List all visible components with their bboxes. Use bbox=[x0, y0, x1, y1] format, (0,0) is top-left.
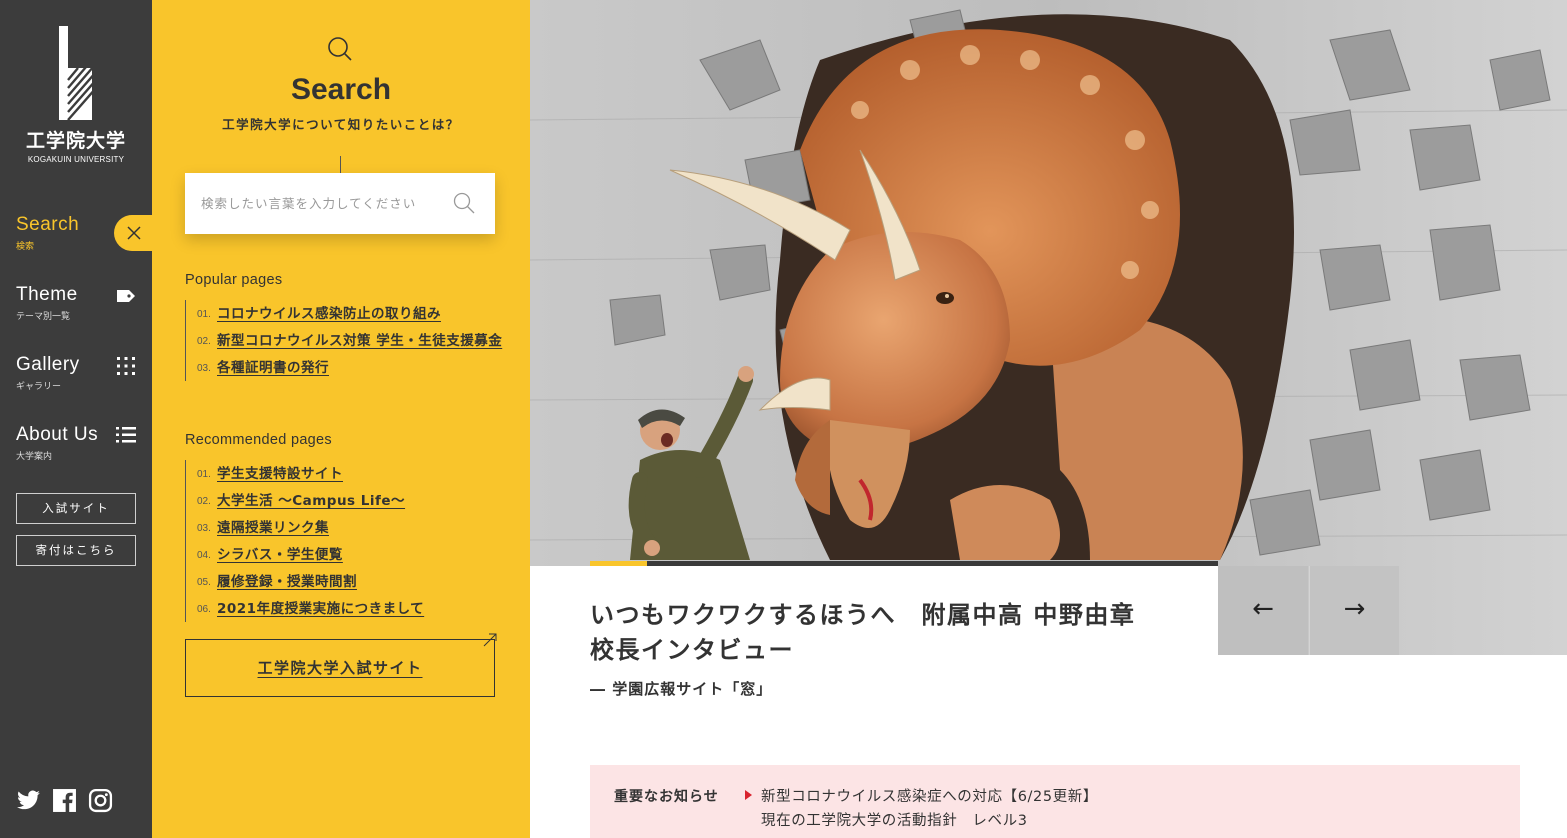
list-item: 04. シラバス・学生便覧 bbox=[197, 541, 505, 568]
recommended-pages-list: 01. 学生支援特設サイト 02. 大学生活 〜Campus Life〜 03. 遠隔… bbox=[185, 460, 505, 622]
search-box bbox=[185, 173, 495, 234]
next-slide-button[interactable]: → bbox=[1309, 566, 1399, 655]
list-item-number: 06. bbox=[197, 604, 211, 615]
list-item: 02. 大学生活 〜Campus Life〜 bbox=[197, 487, 505, 514]
logo-name-jp: 工学院大学 bbox=[25, 130, 126, 152]
search-subtitle: 工学院大学について知りたいことは？ bbox=[222, 117, 460, 132]
prev-slide-button[interactable]: ← bbox=[1218, 566, 1308, 655]
notice-link[interactable]: 新型コロナウイルス感染症への対応【6/25更新】 bbox=[761, 785, 1098, 806]
grid-icon bbox=[117, 357, 135, 375]
nav-item-gallery[interactable]: Gallery ギャラリー bbox=[16, 354, 142, 402]
search-submit-button[interactable] bbox=[453, 192, 477, 216]
donation-button[interactable]: 寄付はこちら bbox=[16, 535, 136, 566]
slide-progress-fill bbox=[590, 561, 647, 566]
popular-link[interactable]: 各種証明書の発行 bbox=[217, 360, 329, 376]
university-logo[interactable]: 工学院大学 KOGAKUIN UNIVERSITY bbox=[0, 26, 152, 164]
twitter-icon[interactable] bbox=[16, 788, 41, 813]
list-item-number: 04. bbox=[197, 550, 211, 561]
facebook-icon[interactable] bbox=[52, 788, 77, 813]
list-item-number: 01. bbox=[197, 309, 211, 320]
logo-name-en: KOGAKUIN UNIVERSITY bbox=[27, 155, 125, 164]
list-item-number: 03. bbox=[197, 523, 211, 534]
list-item-number: 03. bbox=[197, 363, 211, 374]
recommended-link[interactable]: シラバス・学生便覧 bbox=[217, 547, 343, 563]
list-item: 02. 新型コロナウイルス対策 学生・生徒支援募金 bbox=[197, 327, 505, 354]
instagram-icon[interactable] bbox=[88, 788, 113, 813]
recommended-link[interactable]: 2021年度授業実施につきまして bbox=[217, 601, 424, 617]
side-navigation: 工学院大学 KOGAKUIN UNIVERSITY Search 検索 Them… bbox=[0, 0, 152, 838]
recommended-link[interactable]: 履修登録・授業時間割 bbox=[217, 574, 357, 590]
popular-link[interactable]: 新型コロナウイルス対策 学生・生徒支援募金 bbox=[217, 333, 502, 349]
list-item: 01. コロナウイルス感染防止の取り組み bbox=[197, 300, 505, 327]
list-icon bbox=[116, 427, 136, 443]
search-panel: Search 工学院大学について知りたいことは？ Popular pages 0… bbox=[152, 0, 530, 838]
list-item-number: 01. bbox=[197, 469, 211, 480]
search-icon bbox=[453, 192, 475, 214]
slide-progress-bar bbox=[590, 561, 1218, 566]
list-item: 05. 履修登録・授業時間割 bbox=[197, 568, 505, 595]
admissions-site-link[interactable]: 工学院大学入試サイト bbox=[185, 633, 497, 697]
popular-pages-heading: Popular pages bbox=[185, 272, 283, 288]
list-item: 06. 2021年度授業実施につきまして bbox=[197, 595, 505, 622]
search-input[interactable] bbox=[201, 192, 441, 214]
close-search-button[interactable] bbox=[114, 215, 152, 251]
hero-illustration bbox=[530, 0, 1567, 655]
search-title: Search bbox=[290, 73, 392, 106]
social-links bbox=[16, 788, 113, 813]
popular-pages-list: 01. コロナウイルス感染防止の取り組み 02. 新型コロナウイルス対策 学生・生徒… bbox=[185, 300, 505, 381]
nav-item-about-us[interactable]: About Us 大学案内 bbox=[16, 424, 142, 472]
nav-item-sublabel: 大学案内 bbox=[16, 452, 53, 462]
recommended-link[interactable]: 学生支援特設サイト bbox=[217, 466, 343, 482]
list-item: 03. 遠隔授業リンク集 bbox=[197, 514, 505, 541]
list-item: 01. 学生支援特設サイト bbox=[197, 460, 505, 487]
admissions-site-button[interactable]: 入試サイト bbox=[16, 493, 136, 524]
close-icon bbox=[127, 226, 141, 240]
nav-item-sublabel: ギャラリー bbox=[16, 382, 62, 392]
popular-link[interactable]: コロナウイルス感染防止の取り組み bbox=[217, 306, 441, 322]
caret-right-icon bbox=[745, 790, 752, 800]
admissions-site-label: 工学院大学入試サイト bbox=[257, 659, 423, 677]
nav-item-theme[interactable]: Theme テーマ別一覧 bbox=[16, 284, 142, 332]
notice-label: 重要なお知らせ bbox=[614, 789, 719, 805]
hero-headline[interactable]: いつもワクワクするほうへ 附属中高 中野由章校長インタビュー bbox=[590, 598, 1150, 668]
hero-source: ― 学園広報サイト「窓」 bbox=[590, 680, 773, 698]
search-icon bbox=[328, 37, 352, 61]
recommended-link[interactable]: 大学生活 〜Campus Life〜 bbox=[217, 493, 405, 509]
list-item-number: 02. bbox=[197, 496, 211, 507]
hero-image[interactable] bbox=[530, 0, 1567, 655]
notice-link[interactable]: 現在の工学院大学の活動指針 レベル3 bbox=[761, 809, 1028, 830]
recommended-link[interactable]: 遠隔授業リンク集 bbox=[217, 520, 329, 536]
important-notice-bar: 重要なお知らせ 新型コロナウイルス感染症への対応【6/25更新】 現在の工学院大… bbox=[590, 765, 1520, 838]
list-item: 03. 各種証明書の発行 bbox=[197, 354, 505, 381]
list-item-number: 05. bbox=[197, 577, 211, 588]
list-item-number: 02. bbox=[197, 336, 211, 347]
recommended-pages-heading: Recommended pages bbox=[185, 432, 332, 448]
nav-item-sublabel: テーマ別一覧 bbox=[16, 312, 71, 322]
tag-icon bbox=[117, 290, 135, 302]
external-link-icon bbox=[483, 633, 497, 647]
logo-mark-icon bbox=[59, 26, 96, 120]
